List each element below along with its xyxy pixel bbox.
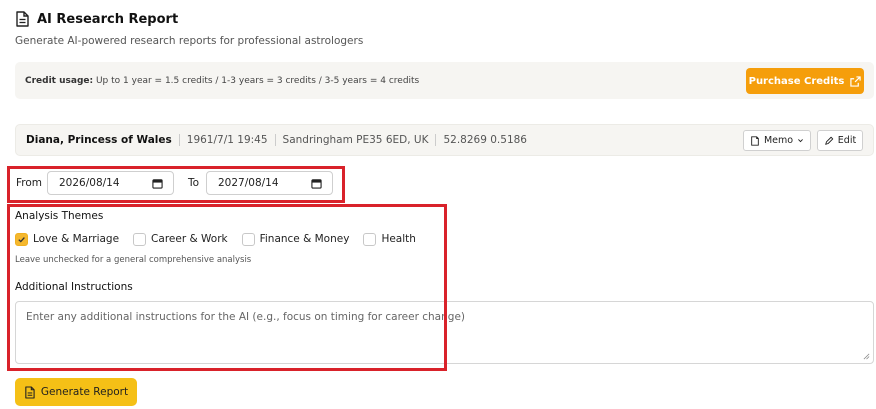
profile-name: Diana, Princess of Wales [26, 134, 172, 146]
divider [178, 134, 180, 146]
credit-usage-label: Credit usage: [25, 75, 94, 86]
chevron-down-icon [798, 139, 803, 143]
document-icon [15, 11, 29, 27]
divider [435, 134, 437, 146]
edit-button[interactable]: Edit [817, 130, 863, 151]
resize-handle-icon[interactable] [863, 353, 870, 360]
purchase-credits-button[interactable]: Purchase Credits [746, 68, 864, 94]
document-icon [25, 385, 35, 399]
divider [274, 134, 276, 146]
profile-location: Sandringham PE35 6ED, UK [282, 134, 429, 146]
profile-datetime: 1961/7/1 19:45 [186, 134, 268, 146]
page-subtitle: Generate AI-powered research reports for… [15, 35, 364, 47]
page-header: AI Research Report [15, 10, 178, 28]
credit-usage-text: Credit usage: Up to 1 year = 1.5 credits… [25, 76, 419, 86]
page-title: AI Research Report [37, 11, 179, 27]
credit-usage-panel: Credit usage: Up to 1 year = 1.5 credits… [15, 62, 874, 99]
credit-usage-details: Up to 1 year = 1.5 credits / 1-3 years =… [95, 75, 420, 86]
generate-report-label: Generate Report [40, 386, 129, 398]
pencil-icon [825, 136, 834, 145]
generate-report-button[interactable]: Generate Report [15, 378, 137, 406]
memo-dropdown-button[interactable]: Memo [743, 130, 811, 151]
external-link-icon [850, 75, 862, 87]
memo-label: Memo [763, 135, 794, 146]
date-range-highlight [7, 166, 345, 203]
profile-bar: Diana, Princess of Wales 1961/7/1 19:45 … [15, 124, 874, 156]
profile-coordinates: 52.8269 0.5186 [443, 134, 527, 146]
edit-label: Edit [837, 135, 857, 146]
themes-instructions-highlight [7, 204, 447, 371]
purchase-credits-label: Purchase Credits [748, 75, 845, 87]
note-icon [751, 135, 759, 146]
